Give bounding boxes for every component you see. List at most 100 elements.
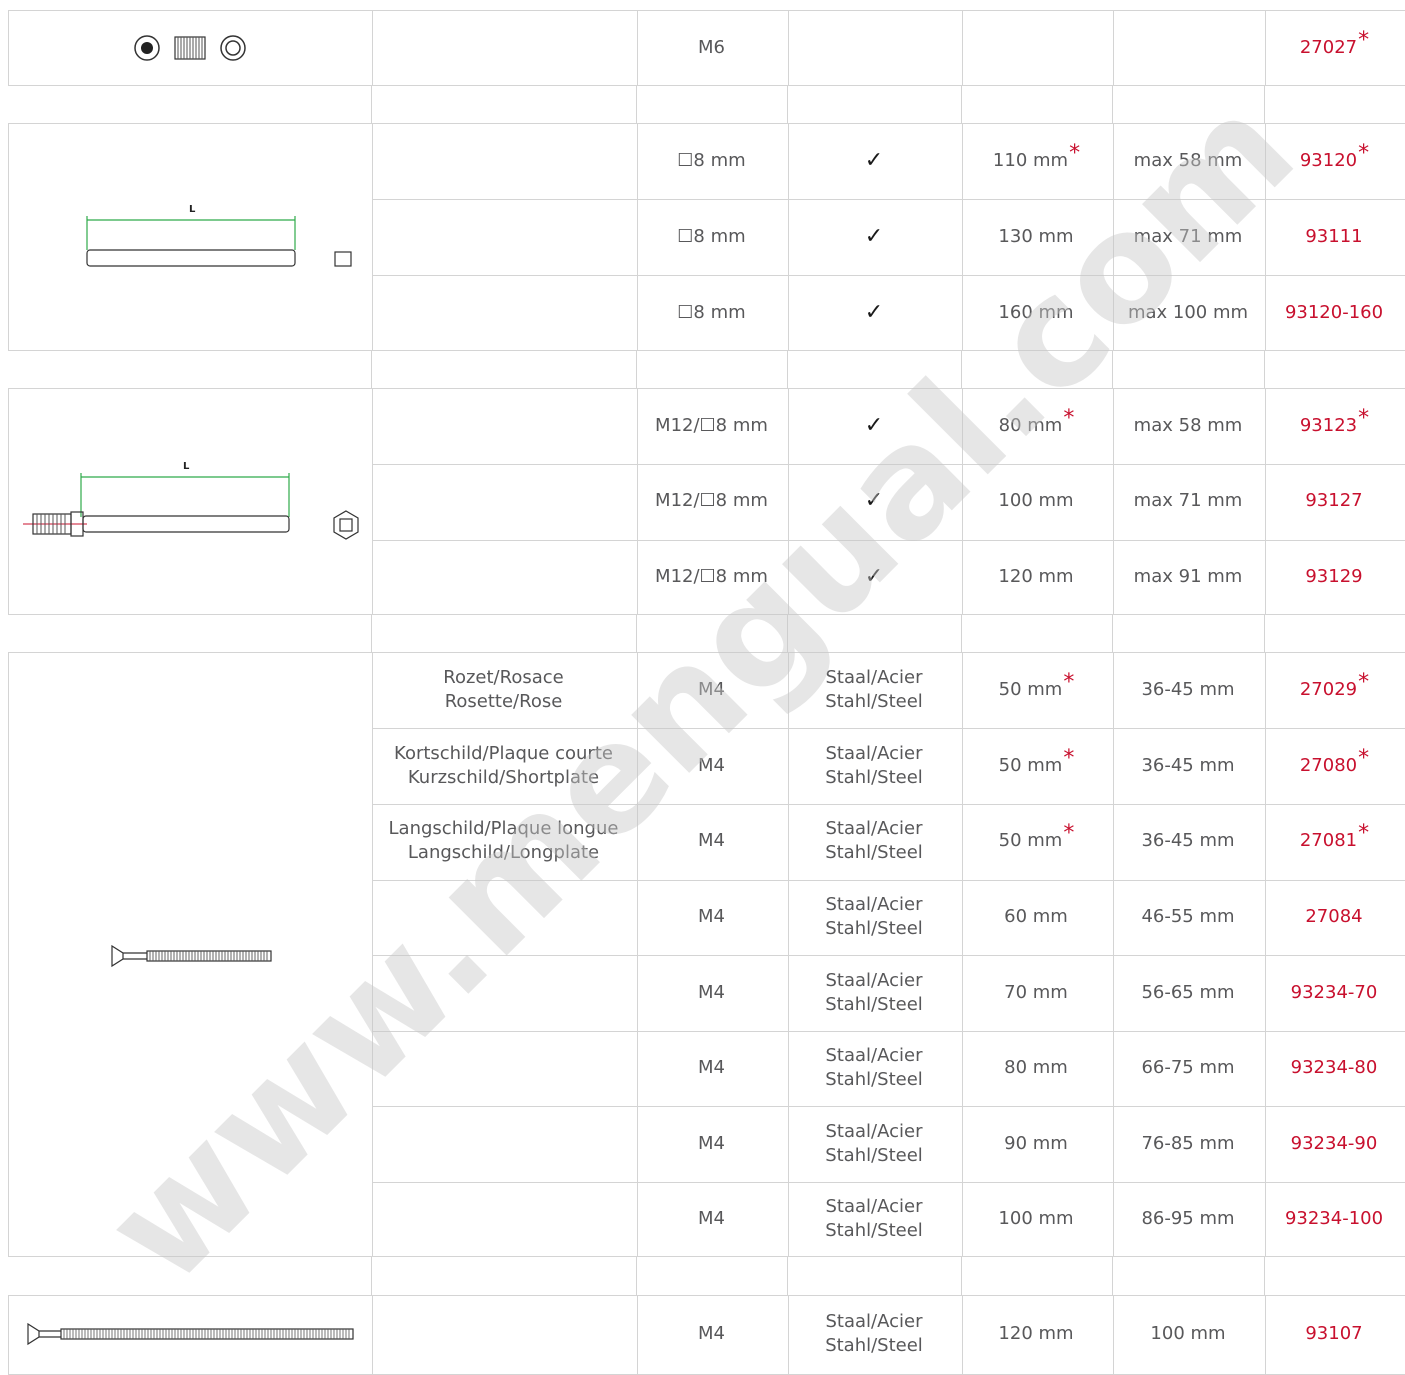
cell-range: max 100 mm [1112, 274, 1264, 351]
range-text: 66-75 mm [1141, 1057, 1235, 1078]
cell-range: 46-55 mm [1112, 879, 1264, 955]
length-asterisk: * [1063, 821, 1075, 846]
cell-description [371, 879, 636, 955]
cell-article-code: 93234-70 [1264, 955, 1405, 1030]
length-text: 90 mm [1004, 1132, 1068, 1154]
length-asterisk: * [1063, 670, 1075, 695]
thread-text: M6 [698, 37, 725, 58]
cell-article-code: 27081 * [1264, 803, 1405, 879]
cell-article-code: 93234-80 [1264, 1030, 1405, 1106]
length-asterisk: * [1069, 141, 1081, 166]
cell-article-code: 93127 [1264, 463, 1405, 539]
article-code: 27084 [1305, 906, 1363, 927]
check-icon: ✓ [864, 564, 884, 589]
thread-text: ☐8 mm [677, 225, 746, 247]
description-line-2: Rosette/Rose [444, 691, 563, 712]
cell-material [787, 10, 961, 86]
cell-description [371, 274, 636, 351]
cell-range: max 71 mm [1112, 463, 1264, 539]
thread-text: M12/☐8 mm [655, 566, 768, 587]
material-line-2: Stahl/Steel [825, 691, 923, 712]
thread-text: M12/☐8 mm [655, 414, 768, 436]
article-code: 93111 [1305, 225, 1363, 247]
cell-range: 36-45 mm [1112, 652, 1264, 728]
cell-thread: ☐8 mm [636, 199, 787, 274]
material-line-1: Staal/Acier [825, 969, 923, 991]
cell-description [371, 388, 636, 463]
article-code: 93234-70 [1290, 981, 1378, 1003]
description-line-2: Kurzschild/Shortplate [407, 766, 600, 788]
material-line-2: Stahl/Steel [825, 1144, 923, 1166]
length-text: 110 mm [992, 150, 1069, 171]
dimension-label-L: L [189, 204, 196, 215]
range-text: max 58 mm [1133, 150, 1243, 171]
cell-description [371, 955, 636, 1030]
cell-length: 110 mm * [961, 123, 1112, 199]
material-line-1: Staal/Acier [825, 742, 923, 764]
length-text: 50 mm [998, 679, 1063, 700]
material-line-2: Stahl/Steel [825, 1220, 923, 1241]
cell-material: ✓ [787, 388, 961, 463]
length-text: 50 mm [998, 830, 1063, 851]
article-code: 93129 [1305, 566, 1363, 587]
cell-range: 76-85 mm [1112, 1106, 1264, 1181]
article-code: 93123 [1299, 414, 1358, 436]
cell-range: max 58 mm [1112, 123, 1264, 199]
length-text: 100 mm [998, 1208, 1074, 1229]
countersunk-screw-icon [111, 944, 273, 973]
thread-text: M4 [698, 679, 725, 700]
material-line-2: Stahl/Steel [825, 993, 923, 1015]
length-text: 60 mm [1004, 906, 1068, 927]
cell-material: ✓ [787, 463, 961, 539]
range-text: 100 mm [1150, 1323, 1226, 1344]
code-asterisk: * [1358, 821, 1370, 846]
grub-screw-icon [133, 33, 253, 67]
cell-material: ✓ [787, 123, 961, 199]
material-line-1: Staal/Acier [825, 1196, 923, 1217]
cell-length: 60 mm [961, 879, 1112, 955]
article-code: 93107 [1305, 1323, 1363, 1344]
code-asterisk: * [1358, 670, 1370, 695]
description-line-1: Rozet/Rosace [443, 667, 564, 688]
cell-length: 80 mm [961, 1030, 1112, 1106]
cell-material: ✓ [787, 539, 961, 615]
cell-length: 50 mm * [961, 803, 1112, 879]
length-text: 50 mm [998, 754, 1063, 776]
cell-thread: M4 [636, 1030, 787, 1106]
check-icon: ✓ [864, 148, 884, 173]
thread-text: M4 [698, 906, 725, 927]
cell-description [371, 1030, 636, 1106]
cell-article-code: 27084 [1264, 879, 1405, 955]
cell-material: Staal/Acier Stahl/Steel [787, 652, 961, 728]
cell-thread: M4 [636, 1181, 787, 1257]
cell-length: 50 mm * [961, 728, 1112, 803]
article-code: 93120-160 [1284, 301, 1384, 323]
thread-text: ☐8 mm [677, 301, 746, 323]
length-text: 120 mm [998, 566, 1074, 587]
cell-length: 160 mm [961, 274, 1112, 351]
cell-length: 130 mm [961, 199, 1112, 274]
cell-length: 50 mm * [961, 652, 1112, 728]
range-text: 36-45 mm [1141, 830, 1235, 851]
cell-description: Rozet/Rosace Rosette/Rose [371, 652, 636, 728]
square-spindle-icon [85, 204, 365, 273]
cell-article-code: 93120 * [1264, 123, 1405, 199]
cell-material: Staal/Acier Stahl/Steel [787, 1295, 961, 1373]
cell-description [371, 199, 636, 274]
check-icon: ✓ [864, 412, 884, 438]
length-text: 80 mm [1004, 1057, 1068, 1078]
cell-length: 120 mm [961, 1295, 1112, 1373]
range-text: 36-45 mm [1141, 754, 1235, 776]
cell-length: 100 mm [961, 1181, 1112, 1257]
cell-range: 100 mm [1112, 1295, 1264, 1373]
code-asterisk: * [1358, 28, 1370, 53]
cell-range: 36-45 mm [1112, 803, 1264, 879]
cell-article-code: 93123 * [1264, 388, 1405, 463]
cell-article-code: 93129 [1264, 539, 1405, 615]
cell-article-code: 27027 * [1264, 10, 1405, 86]
cell-material: ✓ [787, 274, 961, 351]
cell-material: Staal/Acier Stahl/Steel [787, 803, 961, 879]
range-text: max 58 mm [1133, 414, 1243, 436]
cell-material: Staal/Acier Stahl/Steel [787, 728, 961, 803]
cell-article-code: 93107 [1264, 1295, 1405, 1373]
